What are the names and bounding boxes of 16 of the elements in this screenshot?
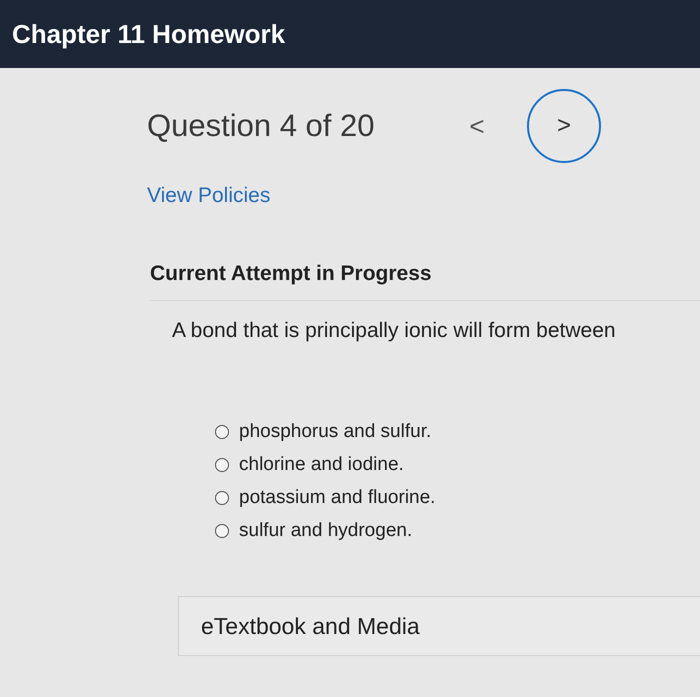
assignment-title: Chapter 11 Homework	[12, 18, 286, 50]
next-button[interactable]: >	[527, 89, 601, 163]
radio-button[interactable]	[215, 458, 229, 472]
previous-button[interactable]: <	[457, 110, 497, 142]
option-label[interactable]: potassium and fluorine.	[239, 487, 436, 509]
radio-button[interactable]	[215, 425, 229, 439]
option-label[interactable]: phosphorus and sulfur.	[239, 421, 432, 443]
question-text: A bond that is principally ionic will form between	[172, 319, 617, 343]
question-counter: Question 4 of 20	[147, 108, 376, 144]
option-label[interactable]: chlorine and iodine.	[239, 454, 404, 476]
view-policies-link[interactable]: View Policies	[147, 184, 270, 208]
attempt-heading: Current Attempt in Progress	[150, 262, 700, 301]
radio-button[interactable]	[215, 491, 229, 505]
radio-button[interactable]	[215, 524, 229, 538]
panel-title: eTextbook and Media	[201, 613, 420, 639]
option-label[interactable]: sulfur and hydrogen.	[239, 520, 412, 542]
